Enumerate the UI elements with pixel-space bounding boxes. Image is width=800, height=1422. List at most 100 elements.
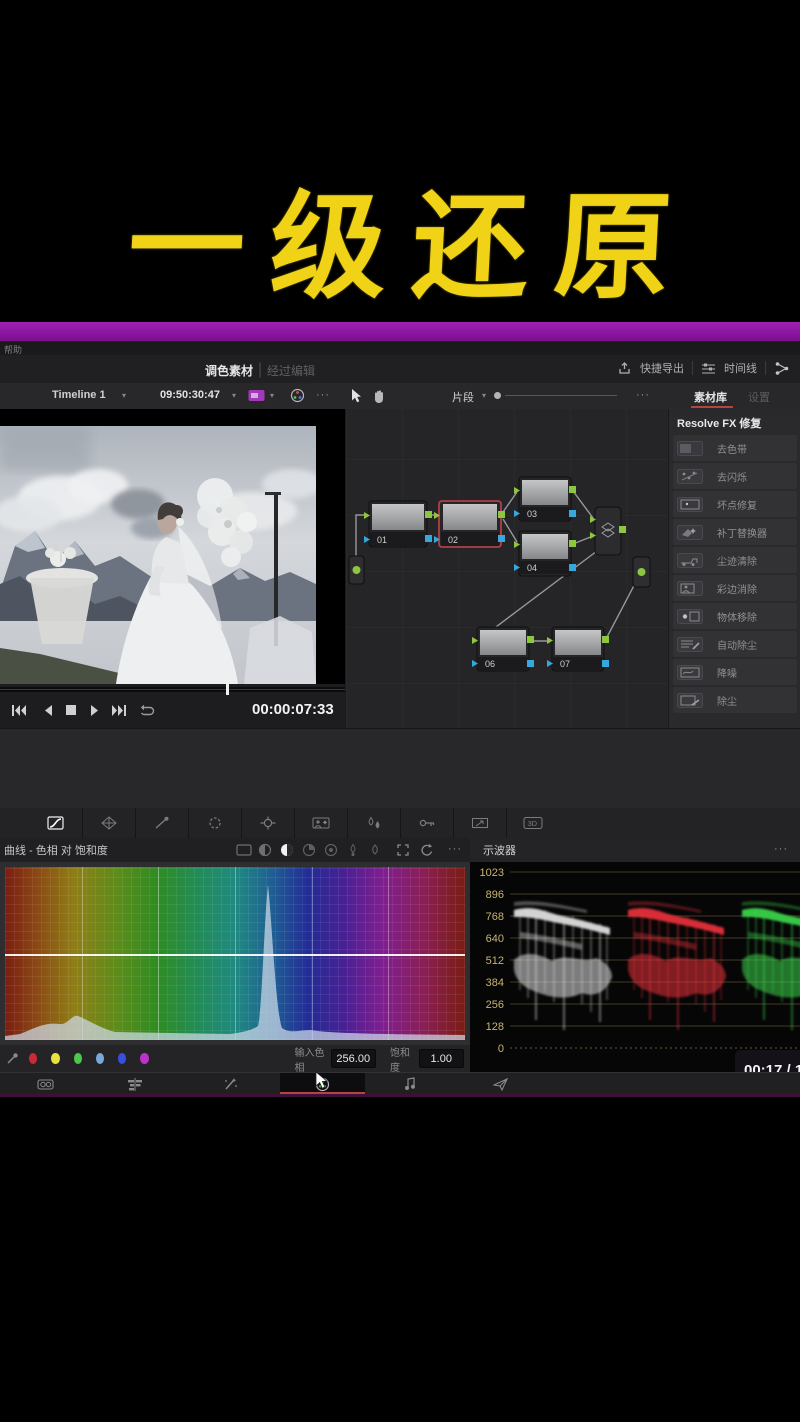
- tab-edited[interactable]: 经过编辑: [267, 362, 315, 379]
- purple-divider: [0, 322, 800, 341]
- clip-dropdown[interactable]: 片段: [452, 389, 474, 405]
- expand-panel-icon[interactable]: [396, 843, 410, 857]
- clip-flag-icon[interactable]: [248, 389, 265, 402]
- scrub-bar[interactable]: [0, 687, 345, 692]
- timelines-button[interactable]: 时间线: [724, 360, 757, 376]
- fx-item[interactable]: 去闪烁: [673, 463, 797, 489]
- saturation-value[interactable]: 1.00: [419, 1049, 465, 1068]
- swatch-green[interactable]: [74, 1053, 82, 1064]
- tab-power-window[interactable]: [188, 808, 242, 838]
- node-label: 03: [527, 509, 537, 519]
- swatch-magenta[interactable]: [140, 1053, 148, 1064]
- fx-item[interactable]: 去色带: [673, 435, 797, 461]
- node-01[interactable]: 01: [364, 501, 432, 547]
- waveform-scope: 1023 896 768 640 512 384 256 128 0: [470, 862, 800, 1072]
- go-to-end-button[interactable]: [108, 701, 130, 719]
- svg-text:3D: 3D: [527, 819, 537, 828]
- fx-item[interactable]: 彩边消除: [673, 575, 797, 601]
- quick-export-icon: [617, 361, 632, 376]
- node-07[interactable]: 07: [547, 627, 609, 671]
- curve-value-bar: 输入色相 256.00 饱和度 1.00: [0, 1045, 470, 1072]
- fx-item[interactable]: 补丁替换器: [673, 519, 797, 545]
- tab-fx-library[interactable]: 素材库: [694, 389, 727, 405]
- fx-item[interactable]: 除尘: [673, 687, 797, 713]
- curve-more-button[interactable]: ···: [448, 843, 462, 855]
- step-back-button[interactable]: [36, 701, 58, 719]
- tab-qualifier[interactable]: [135, 808, 189, 838]
- scrub-track: [0, 689, 345, 690]
- fx-item[interactable]: 坏点修复: [673, 491, 797, 517]
- chevron-down-icon[interactable]: ▾: [122, 391, 126, 400]
- color-wheel-icon[interactable]: [290, 388, 305, 403]
- node-03[interactable]: 03: [514, 477, 576, 521]
- tab-stereo-3d[interactable]: 3D: [506, 808, 559, 838]
- eyedropper-icon[interactable]: [6, 1052, 19, 1065]
- tab-key[interactable]: [400, 808, 454, 838]
- stop-button[interactable]: [60, 701, 82, 719]
- sat-curve-line[interactable]: [5, 954, 465, 956]
- chevron-down-icon[interactable]: ▾: [482, 391, 486, 400]
- transport-bar: 00:00:07:33: [0, 684, 345, 728]
- input-hue-value[interactable]: 256.00: [331, 1049, 377, 1068]
- tab-magic-mask[interactable]: [294, 808, 348, 838]
- lum-vs-sat-button[interactable]: [324, 843, 338, 857]
- hue-spectrum[interactable]: [5, 867, 465, 1040]
- source-node[interactable]: [349, 556, 364, 584]
- timecode-display[interactable]: 09:50:30:47: [160, 389, 220, 401]
- share-nodes-icon[interactable]: [774, 361, 790, 376]
- node-06[interactable]: 06: [472, 627, 534, 671]
- hue-vs-lum-button[interactable]: [302, 843, 316, 857]
- node-zoom-handle[interactable]: [494, 392, 501, 399]
- select-tool-icon[interactable]: [350, 388, 363, 404]
- tab-fx-settings[interactable]: 设置: [748, 389, 770, 405]
- page-edit[interactable]: [105, 1073, 165, 1095]
- scope-more-button[interactable]: ···: [774, 843, 788, 855]
- layer-mixer-node[interactable]: [590, 507, 626, 555]
- fx-item[interactable]: 尘迹清除: [673, 547, 797, 573]
- page-fairlight[interactable]: [380, 1073, 440, 1095]
- go-to-start-button[interactable]: [8, 701, 30, 719]
- fx-item[interactable]: 降噪: [673, 659, 797, 685]
- fx-item[interactable]: 物体移除: [673, 603, 797, 629]
- fx-item-label: 降噪: [717, 665, 737, 680]
- sat-vs-lum-button[interactable]: [368, 843, 382, 857]
- loop-button[interactable]: [136, 701, 158, 719]
- sat-vs-sat-button[interactable]: [346, 843, 360, 857]
- custom-curve-button[interactable]: [236, 844, 252, 856]
- hue-vs-hue-button[interactable]: [258, 843, 272, 857]
- swatch-yellow[interactable]: [51, 1053, 59, 1064]
- tab-grade-media[interactable]: 调色素材: [205, 362, 253, 379]
- chevron-down-icon[interactable]: ▾: [232, 391, 236, 400]
- play-button[interactable]: [84, 701, 106, 719]
- tab-sizing[interactable]: [453, 808, 507, 838]
- output-node[interactable]: [633, 557, 650, 587]
- node-more-button[interactable]: ···: [636, 389, 650, 401]
- hue-vs-sat-button-active[interactable]: [280, 843, 294, 857]
- timeline-selector[interactable]: Timeline 1: [52, 389, 106, 401]
- hue-vs-sat-panel[interactable]: [0, 862, 470, 1045]
- pan-tool-icon[interactable]: [372, 389, 386, 404]
- page-fusion[interactable]: [200, 1073, 260, 1095]
- tab-curves[interactable]: [29, 808, 83, 838]
- fx-item[interactable]: 自动除尘: [673, 631, 797, 657]
- quick-export-button[interactable]: 快捷导出: [640, 360, 684, 376]
- tab-tracker[interactable]: [241, 808, 295, 838]
- scope-selector[interactable]: 示波器: [483, 842, 516, 858]
- svg-text:640: 640: [486, 933, 504, 945]
- node-02-selected[interactable]: 02: [434, 501, 505, 547]
- viewer-more-button[interactable]: ···: [316, 389, 330, 401]
- page-media[interactable]: [15, 1073, 75, 1095]
- swatch-blue[interactable]: [118, 1053, 126, 1064]
- reset-icon[interactable]: [420, 843, 434, 857]
- node-04[interactable]: 04: [514, 531, 576, 576]
- tab-color-warper[interactable]: [82, 808, 136, 838]
- tab-blur[interactable]: [347, 808, 401, 838]
- chevron-down-icon[interactable]: ▾: [270, 391, 274, 400]
- fx-thumb-icon: [677, 497, 703, 512]
- swatch-red[interactable]: [29, 1053, 37, 1064]
- node-zoom-slider[interactable]: [505, 395, 617, 396]
- swatch-sky-blue[interactable]: [96, 1053, 104, 1064]
- page-deliver[interactable]: [470, 1073, 530, 1095]
- scope-header: 示波器 ···: [470, 838, 800, 862]
- playhead[interactable]: [226, 684, 229, 695]
